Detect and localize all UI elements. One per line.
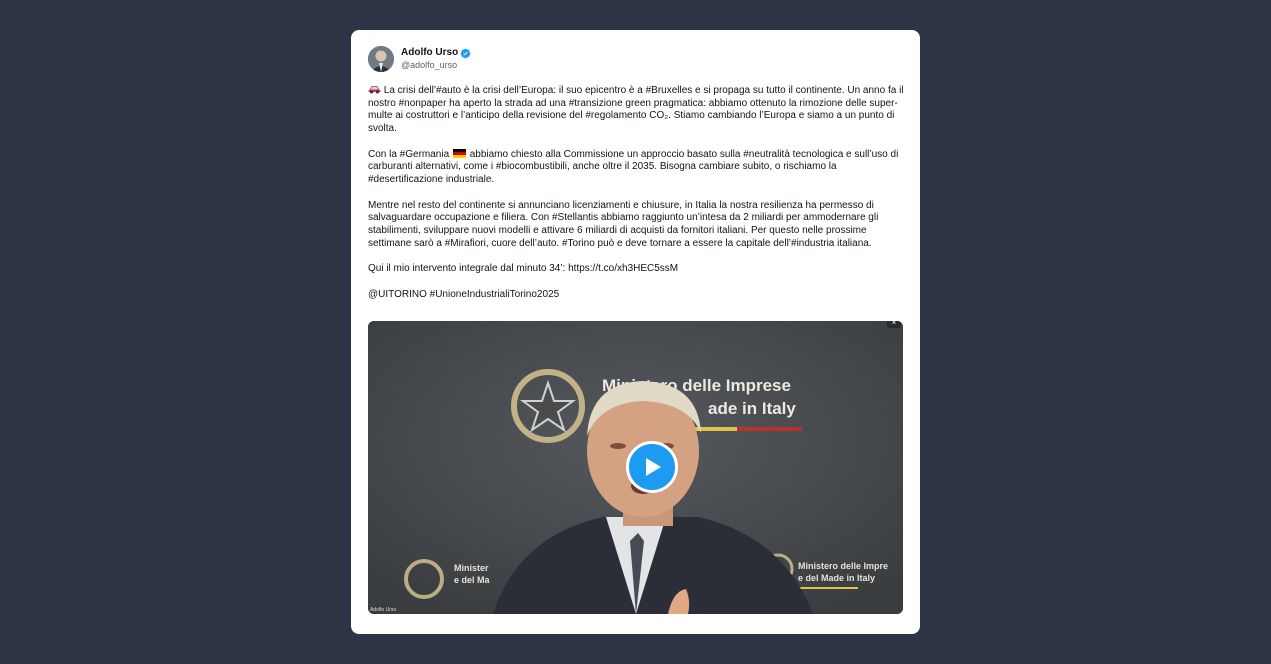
author-info: Adolfo Urso @adolfo_urso	[401, 47, 471, 71]
avatar[interactable]	[368, 46, 394, 72]
paragraph-1-text: La crisi dell’#auto è la crisi dell’Euro…	[368, 85, 904, 135]
paragraph-2a-text: Con la #Germania	[368, 148, 452, 160]
close-icon[interactable]: ×	[887, 321, 901, 328]
video-watermark: Adolfo Urso	[370, 607, 397, 613]
paragraph-1: La crisi dell’#auto è la crisi dell’Euro…	[368, 84, 904, 136]
sign-left-line-2: e del Ma	[454, 575, 491, 585]
sign-top-line-2: ade in Italy	[708, 399, 796, 418]
tweet-header: Adolfo Urso @adolfo_urso	[368, 46, 903, 72]
paragraph-3: Mentre nel resto del continente si annun…	[368, 199, 879, 249]
paragraph-2: Con la #Germania abbiamo chiesto alla Co…	[368, 148, 904, 187]
sign-left-line-1: Minister	[454, 563, 489, 573]
germany-flag-icon	[452, 148, 466, 158]
play-button[interactable]	[626, 441, 678, 493]
tweet-card: Adolfo Urso @adolfo_urso La crisi dell’#…	[351, 30, 920, 634]
name-row: Adolfo Urso	[401, 47, 471, 59]
tweet-text: La crisi dell’#auto è la crisi dell’Euro…	[368, 84, 904, 301]
sign-right-line-2: e del Made in Italy	[798, 573, 875, 583]
video-player[interactable]: Ministero delle Imprese ade in Italy Min…	[368, 321, 903, 614]
play-icon	[646, 458, 661, 476]
author-name[interactable]: Adolfo Urso	[401, 47, 458, 59]
paragraph-5: @UITORINO #UnioneIndustrialiTorino2025	[368, 288, 560, 300]
car-icon	[368, 86, 381, 94]
paragraph-4: Qui il mio intervento integrale dal minu…	[368, 263, 679, 275]
sign-right-line-1: Ministero delle Impre	[798, 561, 888, 571]
author-handle[interactable]: @adolfo_urso	[401, 59, 471, 71]
verified-badge-icon	[460, 48, 471, 58]
